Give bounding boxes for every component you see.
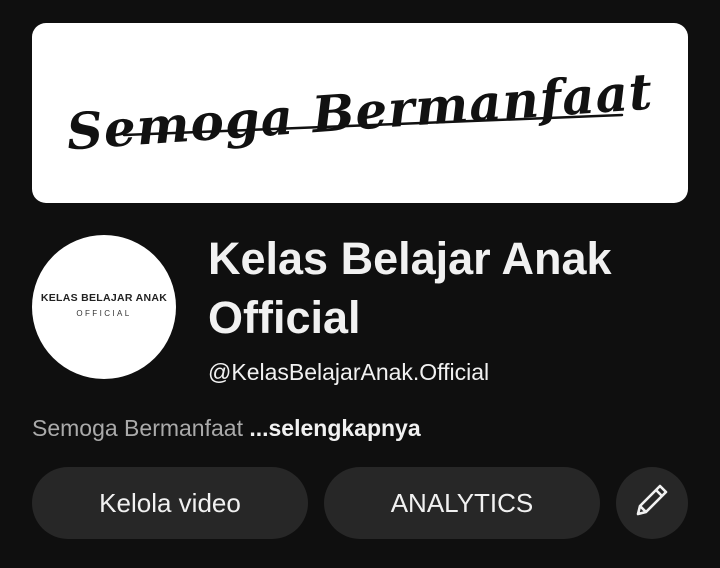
banner-artwork: Semoga Bermanfaat xyxy=(65,62,655,162)
avatar-name: KELAS BELAJAR ANAK xyxy=(40,292,168,304)
manage-videos-button[interactable]: Kelola video xyxy=(32,467,308,539)
channel-banner: Semoga Bermanfaat xyxy=(32,23,688,203)
avatar-subtitle: OFFICIAL xyxy=(76,309,132,318)
analytics-label: ANALYTICS xyxy=(390,487,534,518)
banner-text: Semoga Bermanfaat xyxy=(65,62,655,162)
channel-handle: @KelasBelajarAnak.Official xyxy=(208,359,490,385)
analytics-button[interactable]: ANALYTICS xyxy=(324,467,600,539)
pencil-icon xyxy=(632,480,672,527)
manage-videos-label: Kelola video xyxy=(99,487,241,518)
channel-avatar[interactable]: KELAS BELAJAR ANAK OFFICIAL xyxy=(32,235,176,379)
channel-description[interactable]: Semoga Bermanfaat ...selengkapnya xyxy=(32,412,421,444)
edit-channel-button[interactable] xyxy=(616,467,688,539)
more-link[interactable]: ...selengkapnya xyxy=(249,415,420,441)
channel-name: Kelas Belajar Anak Official xyxy=(208,233,612,343)
description-text: Semoga Bermanfaat xyxy=(32,415,243,441)
channel-page: Semoga Bermanfaat KELAS BELAJAR ANAK OFF… xyxy=(0,0,720,568)
